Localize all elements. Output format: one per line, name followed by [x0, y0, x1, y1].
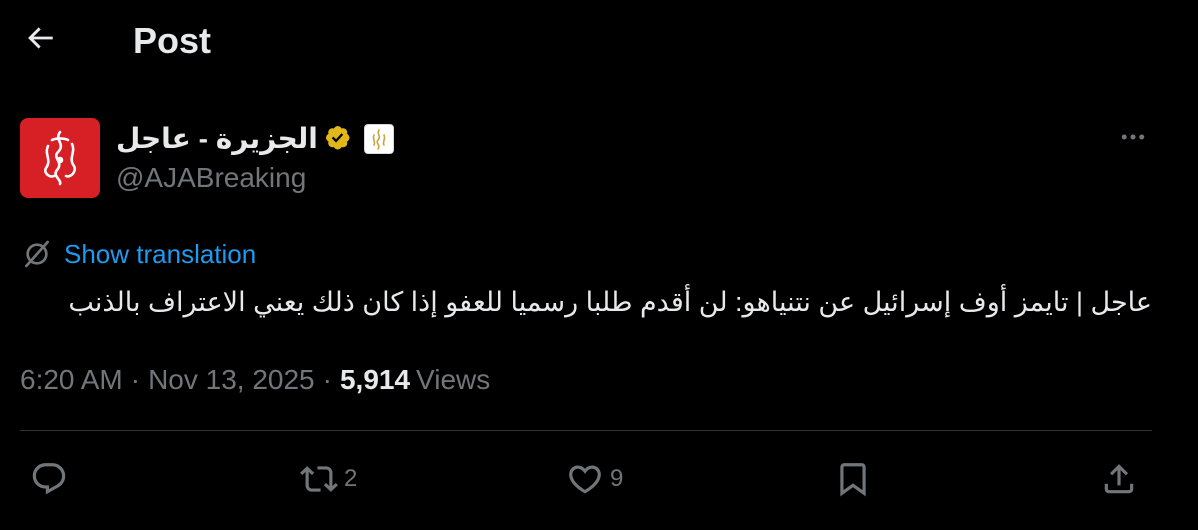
more-options-button[interactable]: [1112, 118, 1154, 160]
translation-row: Show translation: [20, 236, 256, 272]
like-count: 9: [610, 465, 624, 492]
tweet-text: عاجل | تايمز أوف إسرائيل عن نتنياهو: لن …: [68, 287, 1152, 317]
page-title: Post: [133, 20, 212, 61]
like-button[interactable]: 9: [566, 458, 623, 500]
repost-icon: [300, 460, 338, 498]
meta-separator: ·: [130, 364, 141, 395]
reply-button[interactable]: [30, 458, 74, 500]
more-horizontal-icon: [1118, 122, 1148, 157]
arrow-left-icon: [23, 21, 57, 60]
author-name[interactable]: الجزيرة - عاجل: [116, 122, 318, 156]
tweet-date[interactable]: Nov 13, 2025: [148, 364, 315, 396]
repost-button[interactable]: 2: [300, 458, 357, 500]
tweet-time[interactable]: 6:20 AM: [20, 364, 123, 396]
translate-icon: [20, 237, 54, 271]
avatar[interactable]: [20, 118, 100, 198]
affiliate-badge-icon[interactable]: [363, 124, 394, 154]
views-label[interactable]: Views: [416, 364, 490, 396]
tweet-meta: 6:20 AM · Nov 13, 2025 · 5,914 Views: [20, 360, 490, 400]
back-button[interactable]: [20, 20, 60, 60]
views-count[interactable]: 5,914: [340, 364, 410, 396]
author-name-row: الجزيرة - عاجل: [116, 122, 394, 156]
repost-count: 2: [344, 465, 358, 492]
al-jazeera-logo: [44, 130, 76, 186]
heart-icon: [566, 460, 604, 498]
divider: [20, 430, 1152, 431]
bookmark-icon: [834, 460, 872, 498]
share-icon: [1100, 460, 1138, 498]
show-translation-link[interactable]: Show translation: [64, 237, 256, 271]
verified-badge-icon[interactable]: [324, 124, 354, 154]
reply-icon: [30, 460, 68, 498]
share-button[interactable]: [1100, 458, 1138, 500]
meta-separator: ·: [322, 364, 332, 395]
bookmark-button[interactable]: [834, 458, 872, 500]
author-handle[interactable]: @AJABreaking: [116, 160, 306, 196]
post-page: Post الجزيرة - عاجل @AJABreaking Show tr…: [0, 0, 1198, 530]
